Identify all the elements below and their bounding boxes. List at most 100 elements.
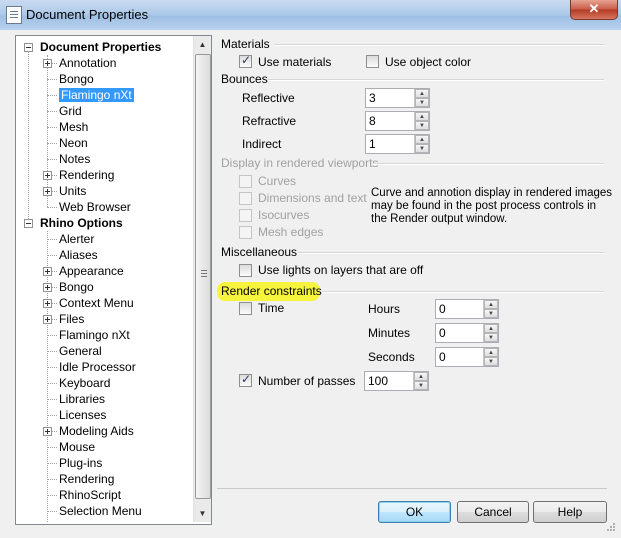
expand-plus-icon[interactable] bbox=[43, 427, 52, 436]
collapse-minus-icon[interactable] bbox=[24, 219, 33, 228]
options-tree[interactable]: Document Properties Annotation Bongo Flamin… bbox=[15, 35, 212, 525]
resize-grip-icon[interactable] bbox=[604, 522, 616, 534]
scroll-down-arrow-icon[interactable]: ▼ bbox=[194, 505, 211, 522]
expand-plus-icon[interactable] bbox=[43, 299, 52, 308]
use-lights-checkbox[interactable] bbox=[239, 264, 252, 277]
tree-item-label: Aliases bbox=[59, 248, 98, 262]
scroll-up-arrow-icon[interactable]: ▲ bbox=[194, 36, 211, 53]
tree-item-label: Bongo bbox=[59, 72, 94, 86]
spin-down-icon[interactable]: ▼ bbox=[415, 121, 429, 130]
refractive-value[interactable]: 8 bbox=[369, 114, 376, 128]
spin-up-icon[interactable]: ▲ bbox=[484, 348, 498, 357]
seconds-label: Seconds bbox=[368, 350, 415, 364]
seconds-spinner[interactable]: 0 ▲ ▼ bbox=[435, 347, 499, 367]
spin-up-icon[interactable]: ▲ bbox=[415, 112, 429, 121]
tree-item[interactable]: Flamingo nXt bbox=[59, 327, 130, 343]
spin-down-icon[interactable]: ▼ bbox=[484, 309, 498, 318]
tree-item[interactable]: Annotation bbox=[59, 55, 116, 71]
tree-item[interactable]: Rendering bbox=[59, 471, 114, 487]
tree-item[interactable]: General bbox=[59, 343, 102, 359]
tree-item[interactable]: Modeling Aids bbox=[59, 423, 134, 439]
tree-item[interactable]: Files bbox=[59, 311, 84, 327]
tree-item[interactable]: Libraries bbox=[59, 391, 105, 407]
render-constraints-heading: Render constraints bbox=[221, 284, 322, 298]
spin-up-icon[interactable]: ▲ bbox=[414, 372, 428, 381]
spin-down-icon[interactable]: ▼ bbox=[484, 333, 498, 342]
refractive-spinner[interactable]: 8 ▲ ▼ bbox=[365, 111, 430, 131]
tree-item[interactable]: Mesh bbox=[59, 119, 88, 135]
tree-item[interactable]: Plug-ins bbox=[59, 455, 102, 471]
reflective-value[interactable]: 3 bbox=[369, 91, 376, 105]
tree-item[interactable]: Neon bbox=[59, 135, 88, 151]
tree-item[interactable]: Idle Processor bbox=[59, 359, 136, 375]
tree-item[interactable]: Mouse bbox=[59, 439, 95, 455]
tree-item[interactable]: Appearance bbox=[59, 263, 124, 279]
mesh-edges-checkbox[interactable] bbox=[239, 226, 252, 239]
tree-item[interactable]: Web Browser bbox=[59, 199, 131, 215]
ok-button[interactable]: OK bbox=[378, 501, 451, 523]
tree-item[interactable]: Selection Menu bbox=[59, 503, 142, 519]
scrollbar-thumb[interactable] bbox=[195, 54, 211, 499]
misc-divider bbox=[298, 252, 604, 254]
tree-item[interactable]: Grid bbox=[59, 103, 82, 119]
hours-spinner[interactable]: 0 ▲ ▼ bbox=[435, 299, 499, 319]
spin-down-icon[interactable]: ▼ bbox=[484, 357, 498, 366]
hours-value[interactable]: 0 bbox=[439, 302, 446, 316]
collapse-minus-icon[interactable] bbox=[24, 43, 33, 52]
spin-down-icon[interactable]: ▼ bbox=[415, 98, 429, 107]
tree-connector bbox=[47, 111, 57, 112]
expand-plus-icon[interactable] bbox=[43, 171, 52, 180]
tree-item[interactable]: Notes bbox=[59, 151, 90, 167]
expand-plus-icon[interactable] bbox=[43, 315, 52, 324]
tree-connector bbox=[47, 79, 57, 80]
tree-item[interactable]: Bongo bbox=[59, 279, 94, 295]
dimensions-checkbox[interactable] bbox=[239, 192, 252, 205]
minutes-spinner[interactable]: 0 ▲ ▼ bbox=[435, 323, 499, 343]
tree-item[interactable]: Licenses bbox=[59, 407, 106, 423]
tree-connector bbox=[47, 495, 57, 496]
use-object-color-checkbox[interactable] bbox=[366, 55, 379, 68]
help-button[interactable]: Help bbox=[533, 501, 607, 523]
spin-up-icon[interactable]: ▲ bbox=[415, 135, 429, 144]
seconds-value[interactable]: 0 bbox=[439, 350, 446, 364]
close-button[interactable]: ✕ bbox=[570, 0, 618, 20]
expand-plus-icon[interactable] bbox=[43, 59, 52, 68]
indirect-value[interactable]: 1 bbox=[369, 137, 376, 151]
isocurves-checkbox[interactable] bbox=[239, 209, 252, 222]
cancel-button[interactable]: Cancel bbox=[457, 501, 529, 523]
tree-scrollbar[interactable]: ▲ ▼ bbox=[193, 36, 211, 522]
tree-item[interactable]: Keyboard bbox=[59, 375, 110, 391]
tree-item-label: Units bbox=[59, 184, 87, 198]
tree-item[interactable]: Flamingo nXt bbox=[59, 87, 134, 103]
spin-up-icon[interactable]: ▲ bbox=[484, 300, 498, 309]
spin-up-icon[interactable]: ▲ bbox=[415, 89, 429, 98]
passes-value[interactable]: 100 bbox=[368, 374, 388, 388]
tree-item[interactable]: Rhino Options bbox=[40, 215, 123, 231]
tree-item-label: Notes bbox=[59, 152, 91, 166]
tree-item[interactable]: Rendering bbox=[59, 167, 114, 183]
tree-item[interactable]: Context Menu bbox=[59, 295, 134, 311]
passes-spinner[interactable]: 100 ▲ ▼ bbox=[364, 371, 429, 391]
tree-item[interactable]: Aliases bbox=[59, 247, 98, 263]
reflective-spinner[interactable]: 3 ▲ ▼ bbox=[365, 88, 430, 108]
tree-item[interactable]: Alerter bbox=[59, 231, 94, 247]
use-materials-checkbox[interactable] bbox=[239, 53, 252, 68]
tree-item-label: Annotation bbox=[59, 56, 117, 70]
indirect-spinner[interactable]: 1 ▲ ▼ bbox=[365, 134, 430, 154]
tree-item[interactable]: Bongo bbox=[59, 71, 94, 87]
minutes-value[interactable]: 0 bbox=[439, 326, 446, 340]
curves-checkbox[interactable] bbox=[239, 175, 252, 188]
tree-connector bbox=[47, 207, 57, 208]
tree-item[interactable]: Document Properties bbox=[40, 39, 161, 55]
tree-item-label: Web Browser bbox=[59, 200, 131, 214]
expand-plus-icon[interactable] bbox=[43, 187, 52, 196]
spin-up-icon[interactable]: ▲ bbox=[484, 324, 498, 333]
tree-item[interactable]: Units bbox=[59, 183, 86, 199]
spin-down-icon[interactable]: ▼ bbox=[414, 381, 428, 390]
time-checkbox[interactable] bbox=[239, 302, 252, 315]
number-of-passes-checkbox[interactable] bbox=[239, 372, 252, 387]
tree-item[interactable]: RhinoScript bbox=[59, 487, 121, 503]
expand-plus-icon[interactable] bbox=[43, 283, 52, 292]
spin-down-icon[interactable]: ▼ bbox=[415, 144, 429, 153]
expand-plus-icon[interactable] bbox=[43, 267, 52, 276]
